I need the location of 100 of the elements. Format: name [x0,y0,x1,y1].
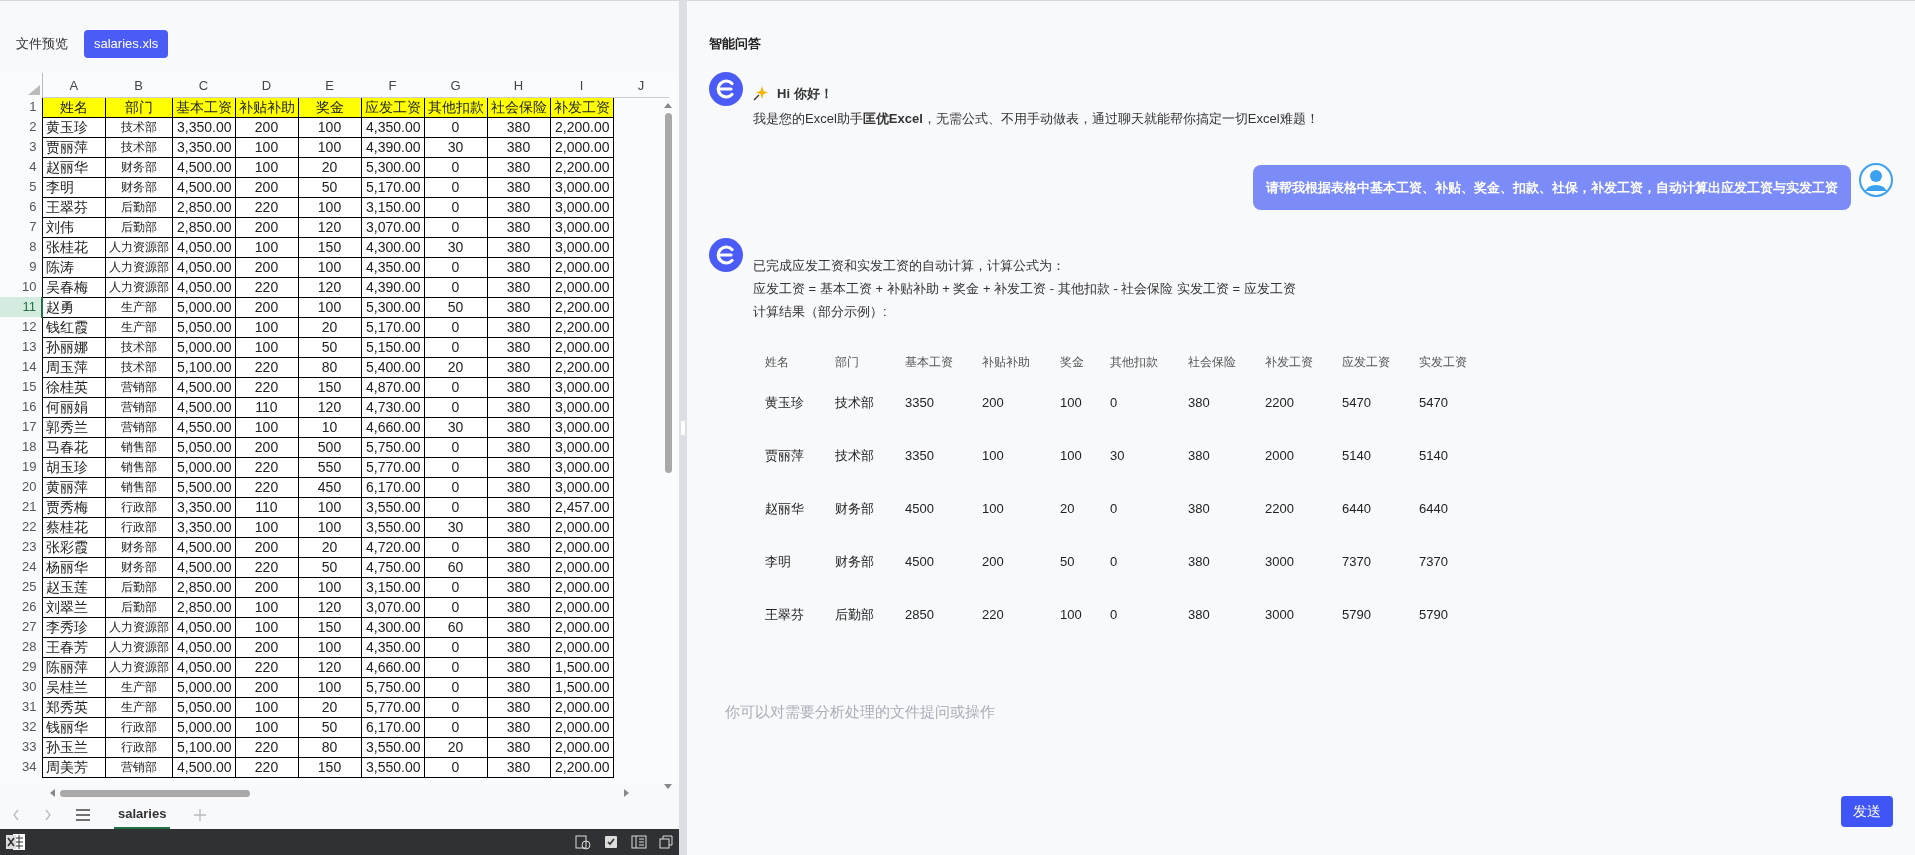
refresh-document-icon[interactable] [575,834,591,850]
menu-icon[interactable] [76,809,90,821]
horizontal-scrollbar[interactable] [60,789,250,797]
row-header[interactable]: 14 [0,357,42,377]
table-cell[interactable]: 胡玉珍 [42,457,105,477]
row-header[interactable]: 24 [0,557,42,577]
add-sheet-icon[interactable] [194,809,207,821]
row-header[interactable]: 28 [0,637,42,657]
row-header[interactable]: 21 [0,497,42,517]
row-header[interactable]: 12 [0,317,42,337]
column-header[interactable]: A [42,73,105,97]
previous-sheet-icon[interactable] [12,809,20,821]
table-cell[interactable]: 何丽娟 [42,397,105,417]
row-header[interactable]: 34 [0,757,42,777]
column-header[interactable]: E [298,73,361,97]
row-header[interactable]: 18 [0,437,42,457]
table-cell[interactable]: 郭秀兰 [42,417,105,437]
table-cell[interactable]: 贾秀梅 [42,497,105,517]
table-cell[interactable]: 孙丽娜 [42,337,105,357]
row-header[interactable]: 20 [0,477,42,497]
table-cell[interactable]: 赵玉莲 [42,577,105,597]
row-header[interactable]: 29 [0,657,42,677]
column-header[interactable]: B [105,73,172,97]
row-header[interactable]: 33 [0,737,42,757]
row-header[interactable]: 16 [0,397,42,417]
table-cell[interactable]: 张桂花 [42,237,105,257]
table-cell[interactable]: 黄玉珍 [42,117,105,137]
table-cell[interactable]: 吴桂兰 [42,677,105,697]
table-cell[interactable]: 赵丽华 [42,157,105,177]
select-all-icon[interactable] [26,85,40,95]
table-cell[interactable]: 刘伟 [42,217,105,237]
column-header[interactable]: J [613,73,669,97]
row-header[interactable]: 8 [0,237,42,257]
row-header[interactable]: 11 [0,297,42,317]
message-text: 已完成应发工资和实发工资的自动计算，计算公式为： [753,257,1066,275]
table-cell[interactable]: 钱红霞 [42,317,105,337]
table-cell[interactable]: 钱丽华 [42,717,105,737]
column-header[interactable]: C [172,73,235,97]
table-cell: 5470 [1342,395,1371,410]
row-header[interactable]: 4 [0,157,42,177]
next-sheet-icon[interactable] [44,809,52,821]
row-header[interactable]: 2 [0,117,42,137]
column-header[interactable]: H [487,73,550,97]
table-cell: 100 [1060,395,1082,410]
column-header[interactable]: I [550,73,613,97]
scroll-down-icon[interactable] [663,783,673,791]
table-cell[interactable]: 陈丽萍 [42,657,105,677]
table-cell[interactable]: 王翠芬 [42,197,105,217]
row-header[interactable]: 1 [0,97,42,117]
row-header[interactable]: 26 [0,597,42,617]
table-cell[interactable]: 徐桂英 [42,377,105,397]
table-cell[interactable]: 杨丽华 [42,557,105,577]
row-header[interactable]: 13 [0,337,42,357]
table-cell[interactable]: 吴春梅 [42,277,105,297]
check-document-icon[interactable] [603,834,619,850]
table-cell[interactable]: 黄丽萍 [42,477,105,497]
table-cell: 财务部 [835,501,874,516]
row-header[interactable]: 15 [0,377,42,397]
restore-window-icon[interactable] [659,835,673,849]
send-button[interactable]: 发送 [1841,796,1893,827]
row-header[interactable]: 6 [0,197,42,217]
scroll-left-icon[interactable] [48,788,56,798]
header-cell[interactable]: 姓名 [42,97,105,117]
table-cell[interactable]: 孙玉兰 [42,737,105,757]
table-cell[interactable]: 张彩霞 [42,537,105,557]
scroll-right-icon[interactable] [623,788,631,798]
book-icon[interactable] [631,835,647,849]
table-cell[interactable]: 马春花 [42,437,105,457]
row-header[interactable]: 17 [0,417,42,437]
file-tab[interactable]: salaries.xls [84,30,169,58]
row-header[interactable]: 3 [0,137,42,157]
row-header[interactable]: 7 [0,217,42,237]
row-header[interactable]: 19 [0,457,42,477]
column-header[interactable]: G [424,73,487,97]
column-header[interactable]: D [235,73,298,97]
table-cell[interactable]: 蔡桂花 [42,517,105,537]
scroll-up-icon[interactable] [663,101,673,109]
row-header[interactable]: 31 [0,697,42,717]
table-cell: 黄玉珍 [765,395,804,410]
vertical-scrollbar[interactable] [663,101,673,791]
table-cell[interactable]: 王春芳 [42,637,105,657]
row-header[interactable]: 22 [0,517,42,537]
row-header[interactable]: 10 [0,277,42,297]
table-cell[interactable]: 贾丽萍 [42,137,105,157]
row-header[interactable]: 30 [0,677,42,697]
row-header[interactable]: 23 [0,537,42,557]
row-header[interactable]: 5 [0,177,42,197]
table-cell[interactable]: 郑秀英 [42,697,105,717]
table-cell[interactable]: 陈涛 [42,257,105,277]
table-cell[interactable]: 周美芳 [42,757,105,777]
column-header[interactable]: F [361,73,424,97]
row-header[interactable]: 32 [0,717,42,737]
row-header[interactable]: 9 [0,257,42,277]
table-cell[interactable]: 周玉萍 [42,357,105,377]
row-header[interactable]: 27 [0,617,42,637]
question-input[interactable]: 你可以对需要分析处理的文件提问或操作 [725,696,1877,726]
table-cell[interactable]: 李明 [42,177,105,197]
table-cell[interactable]: 刘翠兰 [42,597,105,617]
row-header[interactable]: 25 [0,577,42,597]
table-cell[interactable]: 李秀珍 [42,617,105,637]
